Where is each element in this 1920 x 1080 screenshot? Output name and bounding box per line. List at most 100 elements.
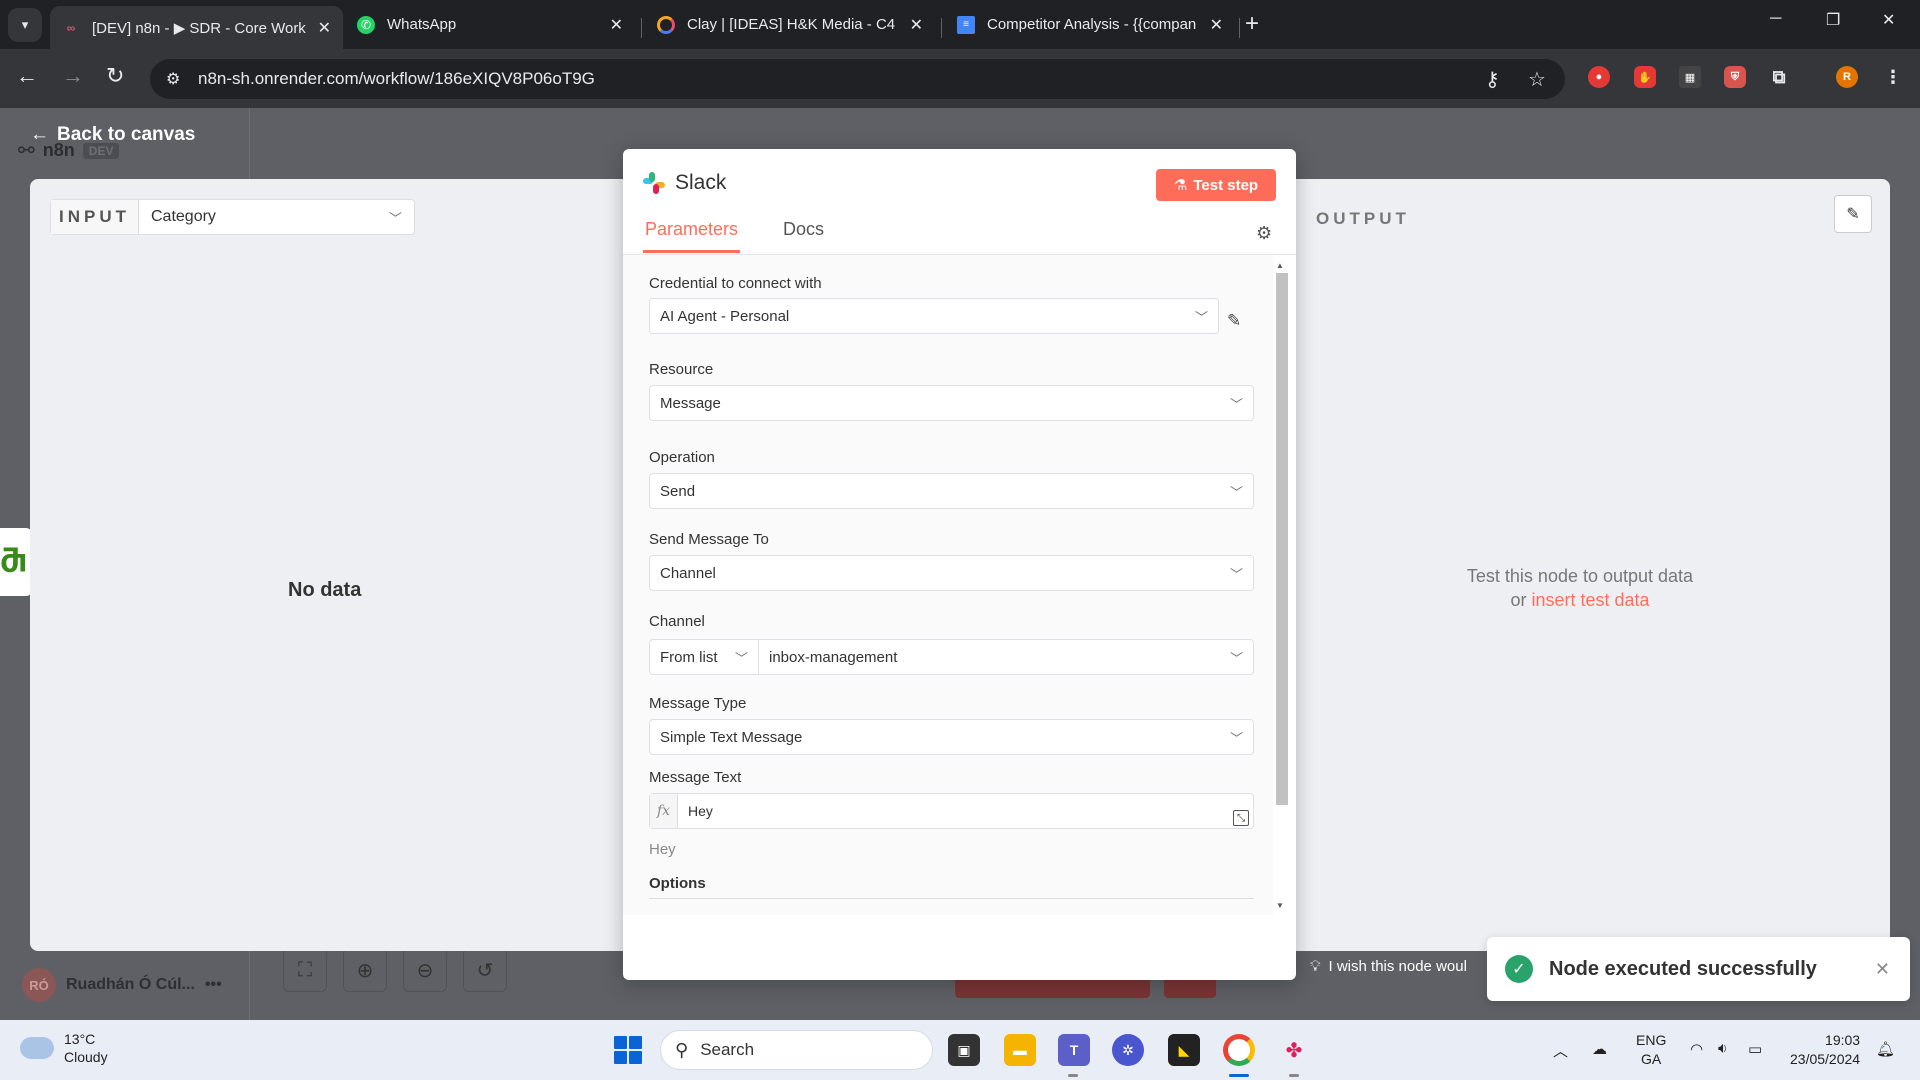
expression-icon: fx bbox=[650, 794, 678, 828]
menu-dots-icon[interactable]: ⋮ bbox=[1882, 66, 1904, 88]
task-view-icon[interactable]: ▣ bbox=[948, 1034, 980, 1066]
settings-app-icon[interactable]: ✲ bbox=[1112, 1034, 1144, 1066]
minimize-button[interactable]: ─ bbox=[1770, 10, 1781, 28]
slack-taskbar-icon[interactable]: ✤ bbox=[1278, 1034, 1310, 1066]
restore-button[interactable]: ❐ bbox=[1826, 10, 1840, 30]
canvas-node-edge[interactable]: Ⴋ bbox=[0, 528, 32, 596]
profile-avatar[interactable]: R bbox=[1836, 66, 1858, 88]
battery-icon[interactable]: ▭ bbox=[1748, 1040, 1762, 1058]
channel-select[interactable]: inbox-management ﹀ bbox=[758, 639, 1254, 675]
clay-icon bbox=[657, 15, 675, 34]
close-icon[interactable]: ✕ bbox=[1210, 15, 1223, 35]
grid-extension-icon[interactable]: ▦ bbox=[1679, 66, 1701, 88]
test-step-button[interactable]: ⚗ Test step bbox=[1156, 169, 1276, 201]
chrome-icon[interactable] bbox=[1223, 1034, 1255, 1066]
close-icon[interactable]: ✕ bbox=[318, 18, 331, 38]
message-type-select[interactable]: Simple Text Message ﹀ bbox=[649, 719, 1254, 755]
zoom-out-button[interactable]: ⊖ bbox=[403, 948, 447, 992]
teams-icon[interactable]: T bbox=[1058, 1034, 1090, 1066]
message-text-label: Message Text bbox=[649, 769, 742, 786]
address-bar[interactable]: ⚙ n8n-sh.onrender.com/workflow/186eXIQV8… bbox=[150, 59, 1565, 99]
resource-select[interactable]: Message ﹀ bbox=[649, 385, 1254, 421]
zoom-in-button[interactable]: ⊕ bbox=[343, 948, 387, 992]
input-empty-text: No data bbox=[288, 579, 362, 601]
onedrive-icon[interactable]: ☁ bbox=[1592, 1040, 1607, 1058]
browser-tab-docs[interactable]: ≡ Competitor Analysis - {{compan ✕ bbox=[945, 6, 1235, 43]
input-node-select[interactable]: Category ﹀ bbox=[139, 200, 414, 234]
tab-search-button[interactable]: ▾ bbox=[8, 8, 42, 42]
chevron-down-icon: ﹀ bbox=[1194, 309, 1208, 325]
gear-icon[interactable]: ⚙ bbox=[1256, 223, 1272, 244]
lightbulb-icon: 💡︎ bbox=[1310, 958, 1321, 975]
zoom-out-icon: ⊖ bbox=[416, 959, 434, 982]
scroll-thumb[interactable] bbox=[1276, 273, 1288, 805]
back-to-canvas-button[interactable]: ← Back to canvas bbox=[30, 124, 195, 146]
operation-select[interactable]: Send ﹀ bbox=[649, 473, 1254, 509]
browser-tab-clay[interactable]: Clay | [IDEAS] H&K Media - C4 ✕ bbox=[645, 6, 935, 43]
notifications-bell-icon[interactable]: 🔔︎ bbox=[1876, 1040, 1895, 1058]
file-explorer-icon[interactable]: ▬ bbox=[1004, 1034, 1036, 1066]
user-menu[interactable]: RÓ Ruadhán Ó Cúl... ••• bbox=[22, 968, 222, 1002]
wifi-icon[interactable]: ◠ bbox=[1690, 1040, 1703, 1058]
back-icon[interactable]: ← bbox=[16, 63, 38, 89]
insert-test-data-link[interactable]: insert test data bbox=[1531, 590, 1649, 610]
feedback-link[interactable]: 💡︎ I wish this node woul bbox=[1310, 958, 1467, 975]
language-indicator[interactable]: ENG GA bbox=[1636, 1031, 1666, 1069]
edit-credential-icon[interactable]: ✎ bbox=[1227, 311, 1241, 331]
site-info-icon[interactable]: ⚙ bbox=[166, 69, 188, 89]
key-icon[interactable]: ⚷ bbox=[1485, 67, 1500, 92]
star-icon[interactable]: ☆ bbox=[1528, 67, 1546, 92]
edit-output-button[interactable]: ✎ bbox=[1834, 195, 1872, 233]
tab-parameters[interactable]: Parameters bbox=[643, 219, 741, 253]
url-text[interactable]: n8n-sh.onrender.com/workflow/186eXIQV8P0… bbox=[198, 69, 595, 89]
taskbar-search[interactable]: ⚲ Search bbox=[660, 1030, 933, 1070]
send-to-select[interactable]: Channel ﹀ bbox=[649, 555, 1254, 591]
zoom-to-fit-button[interactable]: ⛶ bbox=[283, 948, 327, 992]
browser-tab-strip: ▾ ∞ [DEV] n8n - ▶ SDR - Core Work ✕ ✆ Wh… bbox=[0, 0, 1920, 49]
reset-zoom-button[interactable]: ↺ bbox=[463, 948, 507, 992]
fullscreen-icon: ⛶ bbox=[298, 958, 312, 981]
tab-docs[interactable]: Docs bbox=[783, 219, 824, 252]
input-label: INPUT bbox=[51, 200, 139, 234]
volume-icon[interactable]: 🔉︎ bbox=[1718, 1040, 1727, 1057]
zoom-in-icon: ⊕ bbox=[356, 959, 374, 982]
weather-widget[interactable]: 13°C Cloudy bbox=[20, 1030, 108, 1066]
avatar: RÓ bbox=[22, 968, 56, 1002]
channel-mode-select[interactable]: From list ﹀ bbox=[649, 639, 759, 675]
tray-chevron-icon[interactable]: ︿ bbox=[1553, 1040, 1568, 1061]
forward-icon[interactable]: → bbox=[62, 63, 84, 89]
credential-select[interactable]: AI Agent - Personal ﹀ bbox=[649, 298, 1219, 334]
message-text-input[interactable]: fx Hey ⤡ bbox=[649, 793, 1254, 829]
clock[interactable]: 19:03 23/05/2024 bbox=[1790, 1031, 1860, 1069]
chevron-down-icon: ﹀ bbox=[1229, 484, 1243, 500]
browser-tab-whatsapp[interactable]: ✆ WhatsApp ✕ bbox=[345, 6, 635, 43]
cloud-icon bbox=[20, 1037, 54, 1059]
more-dots-icon[interactable]: ••• bbox=[205, 976, 222, 994]
output-label: OUTPUT bbox=[1316, 209, 1410, 228]
new-tab-button[interactable]: + bbox=[1245, 10, 1259, 38]
user-name: Ruadhán Ó Cúl... bbox=[66, 976, 195, 993]
pokeball-extension-icon[interactable]: ● bbox=[1588, 66, 1610, 88]
close-icon[interactable]: ✕ bbox=[1875, 959, 1890, 980]
hand-extension-icon[interactable]: ✋ bbox=[1634, 66, 1656, 88]
success-toast: ✓ Node executed successfully ✕ bbox=[1487, 937, 1910, 1001]
shield-extension-icon[interactable]: ⛨ bbox=[1724, 66, 1746, 88]
message-type-label: Message Type bbox=[649, 695, 747, 712]
close-icon[interactable]: ✕ bbox=[910, 15, 923, 35]
chevron-down-icon: ﹀ bbox=[1229, 396, 1243, 412]
parameters-scrollbar[interactable]: ▲ ▼ bbox=[1274, 261, 1288, 915]
sticky-notes-icon[interactable]: ◣ bbox=[1168, 1034, 1200, 1066]
browser-tab-n8n[interactable]: ∞ [DEV] n8n - ▶ SDR - Core Work ✕ bbox=[50, 6, 343, 49]
scroll-up-icon[interactable]: ▲ bbox=[1276, 261, 1284, 270]
channel-label: Channel bbox=[649, 613, 705, 630]
extensions-puzzle-icon[interactable]: ⧉ bbox=[1768, 66, 1790, 88]
options-section[interactable]: Options bbox=[649, 875, 1254, 899]
windows-start-button[interactable] bbox=[614, 1036, 642, 1064]
expand-icon[interactable]: ⤡ bbox=[1233, 810, 1249, 826]
docs-icon: ≡ bbox=[957, 15, 975, 34]
reload-icon[interactable]: ↻ bbox=[106, 63, 124, 89]
app-indicator bbox=[1289, 1074, 1299, 1077]
scroll-down-icon[interactable]: ▼ bbox=[1276, 901, 1284, 910]
close-window-button[interactable]: ✕ bbox=[1882, 10, 1895, 30]
close-icon[interactable]: ✕ bbox=[610, 15, 623, 35]
